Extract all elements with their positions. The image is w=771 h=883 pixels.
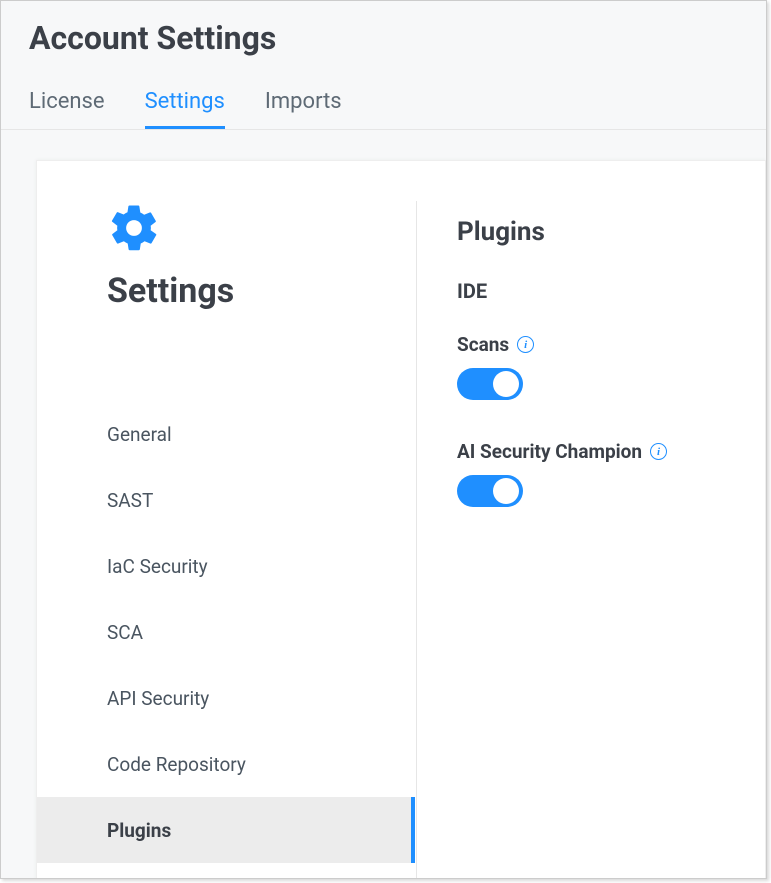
nav-api-security[interactable]: API Security [37, 665, 415, 731]
gear-icon [107, 201, 416, 259]
settings-card: Settings General SAST IaC Security SCA A… [36, 160, 766, 879]
ai-champion-toggle[interactable] [457, 475, 523, 507]
settings-sidebar: Settings General SAST IaC Security SCA A… [37, 201, 417, 879]
page-title: Account Settings [1, 1, 766, 67]
nav-sca[interactable]: SCA [37, 599, 415, 665]
tab-settings[interactable]: Settings [145, 89, 225, 129]
plugins-panel: Plugins IDE Scans i AI Security Champion… [417, 201, 765, 879]
nav-code-repository[interactable]: Code Repository [37, 731, 415, 797]
tab-imports[interactable]: Imports [265, 89, 342, 129]
settings-nav: General SAST IaC Security SCA API Securi… [37, 401, 415, 863]
toggle-ai-champion-block: AI Security Champion i [457, 440, 735, 507]
ai-champion-label: AI Security Champion [457, 440, 642, 463]
scans-toggle[interactable] [457, 368, 523, 400]
info-icon[interactable]: i [517, 336, 534, 353]
nav-iac-security[interactable]: IaC Security [37, 533, 415, 599]
tab-license[interactable]: License [29, 89, 105, 129]
nav-general[interactable]: General [37, 401, 415, 467]
sidebar-title: Settings [107, 271, 416, 311]
panel-title: Plugins [457, 217, 735, 247]
scans-label: Scans [457, 333, 509, 356]
group-ide: IDE [457, 279, 735, 303]
toggle-scans-block: Scans i [457, 333, 735, 400]
top-tabs: License Settings Imports [1, 67, 766, 130]
nav-plugins[interactable]: Plugins [37, 797, 415, 863]
nav-sast[interactable]: SAST [37, 467, 415, 533]
info-icon[interactable]: i [650, 443, 667, 460]
